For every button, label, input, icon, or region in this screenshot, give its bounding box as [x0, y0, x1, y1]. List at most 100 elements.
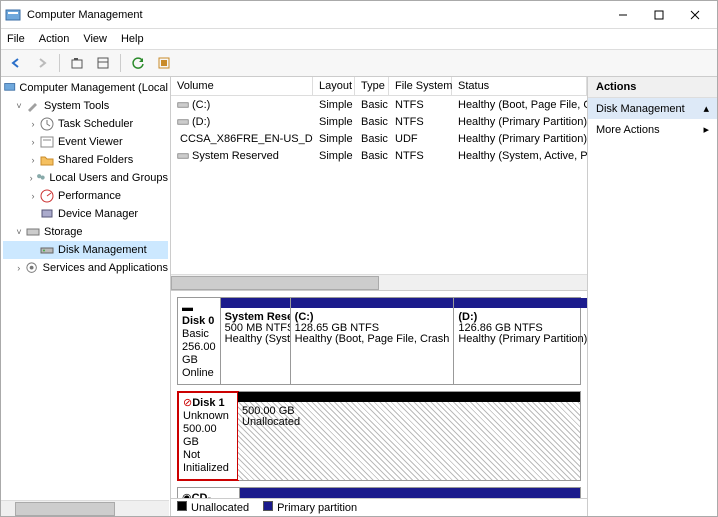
drive-icon [177, 99, 189, 111]
expand-icon[interactable]: › [27, 191, 39, 201]
tree-label: Event Viewer [58, 136, 123, 148]
services-icon [24, 260, 39, 276]
actions-more[interactable]: More Actions ▸ [588, 119, 717, 140]
refresh-button[interactable] [127, 52, 149, 74]
clock-icon [39, 116, 55, 132]
tree-label: Local Users and Groups [49, 172, 168, 184]
cdrom-header: ◉CD-ROM 0 DVD 3.01 GB Online [178, 488, 240, 498]
main-pane: Volume Layout Type File System Status (C… [171, 77, 588, 516]
users-icon [35, 170, 46, 186]
actions-header: Actions [588, 77, 717, 98]
chevron-right-icon: ▸ [703, 123, 709, 136]
volume-header: Volume Layout Type File System Status [171, 77, 587, 96]
disk-1-header: ⊘Disk 1 Unknown 500.00 GB Not Initialize… [177, 391, 239, 481]
volume-row[interactable]: CCSA_X86FRE_EN-US_DV5 (O:)SimpleBasicUDF… [171, 130, 587, 147]
cd-rom-0[interactable]: ◉CD-ROM 0 DVD 3.01 GB Online CCSA_X86FRE… [177, 487, 581, 498]
disk-1[interactable]: ⊘Disk 1 Unknown 500.00 GB Not Initialize… [177, 391, 581, 481]
actions-pane: Actions Disk Management ▴ More Actions ▸ [588, 77, 717, 516]
forward-button[interactable] [31, 52, 53, 74]
tree-device-manager[interactable]: Device Manager [3, 205, 168, 223]
col-filesystem[interactable]: File System [389, 77, 452, 95]
legend: Unallocated Primary partition [171, 498, 587, 516]
tree-task-scheduler[interactable]: › Task Scheduler [3, 115, 168, 133]
volume-row[interactable]: (C:)SimpleBasicNTFSHealthy (Boot, Page F… [171, 96, 587, 113]
tree-disk-management[interactable]: Disk Management [3, 241, 168, 259]
device-icon [39, 206, 55, 222]
storage-icon [25, 224, 41, 240]
tree-label: Performance [58, 190, 121, 202]
computer-icon [3, 80, 16, 96]
disk-0-partition-system-reserved[interactable]: System Reser500 MB NTFSHealthy (Syste [221, 298, 291, 384]
volume-list: Volume Layout Type File System Status (C… [171, 77, 587, 290]
expand-icon[interactable]: › [27, 119, 39, 129]
tree-shared-folders[interactable]: › Shared Folders [3, 151, 168, 169]
expand-icon[interactable]: › [27, 137, 39, 147]
tree-label: Storage [44, 226, 83, 238]
volume-row[interactable]: System ReservedSimpleBasicNTFSHealthy (S… [171, 147, 587, 164]
settings-button[interactable] [153, 52, 175, 74]
close-button[interactable] [677, 3, 713, 27]
minimize-button[interactable] [605, 3, 641, 27]
disk-0[interactable]: ▬ Disk 0 Basic 256.00 GB Online System R… [177, 297, 581, 385]
tree-root-label: Computer Management (Local [19, 82, 168, 94]
col-type[interactable]: Type [355, 77, 389, 95]
expand-icon[interactable]: › [27, 173, 35, 183]
tree-system-tools[interactable]: ˅ System Tools [3, 97, 168, 115]
disk-0-partition-c[interactable]: (C:)128.65 GB NTFSHealthy (Boot, Page Fi… [291, 298, 455, 384]
tree-label: Shared Folders [58, 154, 133, 166]
tree-root[interactable]: Computer Management (Local [3, 79, 168, 97]
drive-icon [177, 116, 189, 128]
tree-label: Task Scheduler [58, 118, 133, 130]
actions-disk-management[interactable]: Disk Management ▴ [588, 98, 717, 119]
legend-primary: Primary partition [263, 501, 357, 514]
tree-scrollbar[interactable] [1, 500, 169, 516]
toolbar [1, 49, 717, 77]
menu-file[interactable]: File [7, 33, 25, 45]
menu-view[interactable]: View [83, 33, 107, 45]
expand-icon[interactable]: › [13, 263, 24, 273]
disk-graphical-view: ▬ Disk 0 Basic 256.00 GB Online System R… [171, 290, 587, 498]
disk-1-unallocated[interactable]: 500.00 GBUnallocated [238, 392, 580, 480]
titlebar: Computer Management [1, 1, 717, 29]
col-status[interactable]: Status [452, 77, 587, 95]
back-button[interactable] [5, 52, 27, 74]
tree-label: Disk Management [58, 244, 147, 256]
tree-pane: Computer Management (Local ˅ System Tool… [1, 77, 171, 516]
tree-services[interactable]: › Services and Applications [3, 259, 168, 277]
disk-0-partition-d[interactable]: (D:)126.86 GB NTFSHealthy (Primary Parti… [454, 298, 587, 384]
tools-icon [25, 98, 41, 114]
drive-icon [177, 150, 189, 162]
disk-alert-icon: ⊘ [183, 397, 192, 409]
tree-label: Services and Applications [43, 262, 168, 274]
tree-event-viewer[interactable]: › Event Viewer [3, 133, 168, 151]
up-button[interactable] [66, 52, 88, 74]
expand-icon[interactable]: ˅ [13, 227, 25, 237]
maximize-button[interactable] [641, 3, 677, 27]
folder-icon [39, 152, 55, 168]
menubar: File Action View Help [1, 29, 717, 49]
options-button[interactable] [92, 52, 114, 74]
tree-storage[interactable]: ˅ Storage [3, 223, 168, 241]
content: Computer Management (Local ˅ System Tool… [1, 77, 717, 516]
legend-unallocated: Unallocated [177, 501, 249, 514]
app-icon [5, 7, 21, 23]
menu-action[interactable]: Action [39, 33, 70, 45]
cdrom-partition[interactable]: CCSA_X86FRE_EN-US_DV5 (O:)3.01 GB UDFHea… [240, 488, 580, 498]
performance-icon [39, 188, 55, 204]
expand-icon[interactable]: › [27, 155, 39, 165]
window-title: Computer Management [27, 9, 605, 21]
menu-help[interactable]: Help [121, 33, 144, 45]
tree-label: System Tools [44, 100, 109, 112]
horizontal-scrollbar[interactable] [171, 274, 587, 290]
col-layout[interactable]: Layout [313, 77, 355, 95]
tree-local-users[interactable]: › Local Users and Groups [3, 169, 168, 187]
tree-performance[interactable]: › Performance [3, 187, 168, 205]
tree-label: Device Manager [58, 208, 138, 220]
disk-0-header: ▬ Disk 0 Basic 256.00 GB Online [178, 298, 221, 384]
col-volume[interactable]: Volume [171, 77, 313, 95]
expand-icon[interactable]: ˅ [13, 101, 25, 111]
disk-icon [39, 242, 55, 258]
volume-row[interactable]: (D:)SimpleBasicNTFSHealthy (Primary Part… [171, 113, 587, 130]
collapse-icon: ▴ [703, 102, 709, 115]
disk-icon: ▬ [182, 302, 193, 314]
